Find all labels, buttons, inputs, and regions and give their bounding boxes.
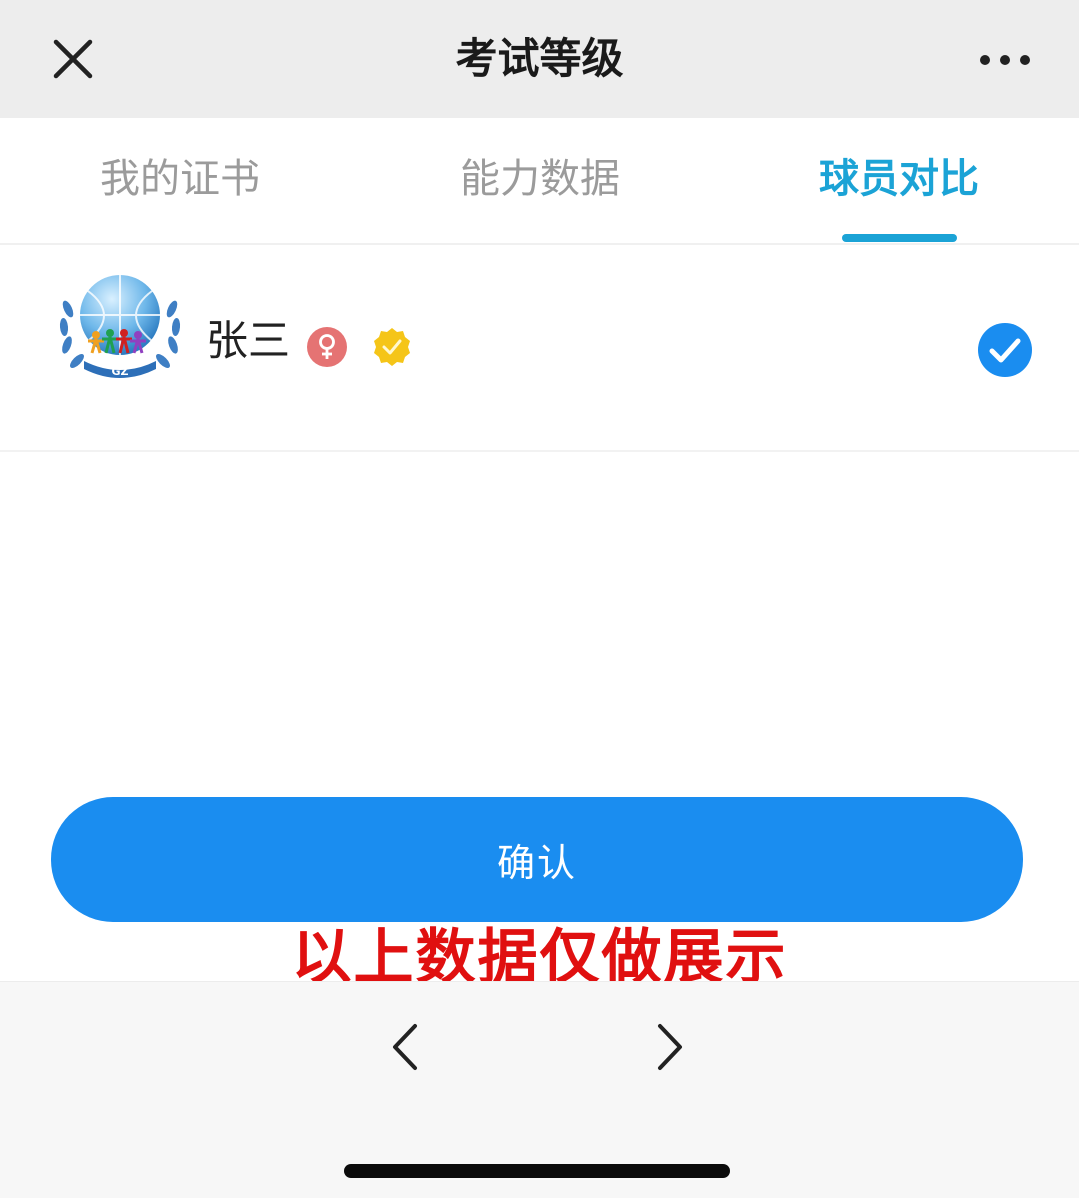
player-name: 张三: [206, 316, 291, 365]
back-button[interactable]: [385, 1020, 425, 1074]
browser-bottom-bar: [0, 981, 1079, 1198]
active-tab-indicator: [842, 234, 957, 242]
home-indicator[interactable]: [344, 1164, 730, 1178]
chevron-left-icon: [393, 1024, 417, 1070]
tab-ability-data[interactable]: 能力数据: [360, 118, 720, 243]
basketball-club-logo: GZ: [59, 275, 181, 378]
tab-my-certificates[interactable]: 我的证书: [0, 118, 360, 243]
more-button[interactable]: [974, 44, 1036, 76]
chevron-right-icon: [658, 1024, 682, 1070]
more-horizontal-icon: [980, 55, 1030, 65]
top-navigation-bar: 考试等级: [0, 0, 1079, 118]
selected-check-icon[interactable]: [977, 322, 1033, 378]
player-list-item[interactable]: GZ 张三: [0, 247, 1079, 452]
female-icon: [307, 327, 347, 367]
page-title: 考试等级: [455, 34, 624, 83]
tab-bar: 我的证书 能力数据 球员对比: [0, 118, 1079, 245]
tab-player-comparison[interactable]: 球员对比: [719, 118, 1079, 243]
verified-badge-icon: [372, 327, 412, 367]
confirm-button[interactable]: 确认: [51, 797, 1023, 922]
forward-button[interactable]: [650, 1020, 690, 1074]
avatar: GZ: [58, 269, 182, 387]
app-screen: 考试等级 我的证书 能力数据 球员对比 GZ 张三 确认 以上数据仅做展示: [0, 0, 1079, 1198]
avatar-initials: GZ: [111, 365, 128, 378]
